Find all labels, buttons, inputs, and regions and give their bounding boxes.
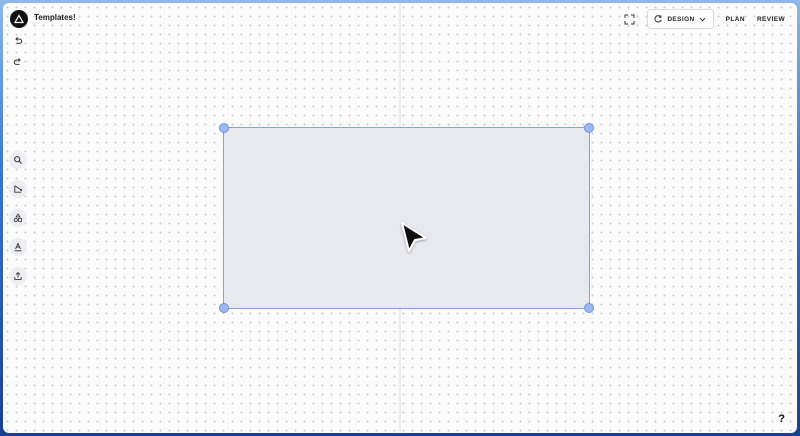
undo-icon xyxy=(15,37,23,44)
redo-icon xyxy=(13,58,21,65)
header-controls: DESIGN PLAN REVIEW xyxy=(619,9,791,29)
mode-select[interactable]: DESIGN xyxy=(647,9,714,29)
resize-handle-bottom-left[interactable] xyxy=(219,303,229,313)
plan-link[interactable]: PLAN xyxy=(720,16,751,23)
redo-button[interactable] xyxy=(9,53,27,71)
upload-tool[interactable] xyxy=(9,267,27,285)
document-title[interactable]: Templates! xyxy=(34,13,76,22)
mouse-pointer-icon xyxy=(401,222,427,252)
chevron-down-icon xyxy=(699,17,706,22)
search-tool[interactable] xyxy=(9,151,27,169)
search-icon xyxy=(14,156,22,164)
shapes-icon xyxy=(13,213,22,223)
resize-handle-top-right[interactable] xyxy=(584,123,594,133)
resize-handle-bottom-right[interactable] xyxy=(584,303,594,313)
path-tool[interactable] xyxy=(9,180,27,198)
text-style-icon xyxy=(14,242,22,252)
path-icon xyxy=(14,185,23,193)
shapes-tool[interactable] xyxy=(9,209,27,227)
undo-button[interactable] xyxy=(9,32,27,50)
refresh-icon xyxy=(654,15,663,23)
fullscreen-icon xyxy=(624,14,635,24)
triangle-logo-icon xyxy=(14,14,24,24)
upload-icon xyxy=(14,271,22,280)
mode-select-value: DESIGN xyxy=(667,15,695,23)
resize-handle-top-left[interactable] xyxy=(219,123,229,133)
text-tool[interactable] xyxy=(9,238,27,256)
app-logo[interactable] xyxy=(10,10,28,28)
fullscreen-button[interactable] xyxy=(619,9,639,29)
app-window: Templates! DESIGN PLAN REVIEW ? xyxy=(3,3,797,433)
review-link[interactable]: REVIEW xyxy=(751,16,791,23)
help-button[interactable]: ? xyxy=(778,413,785,425)
